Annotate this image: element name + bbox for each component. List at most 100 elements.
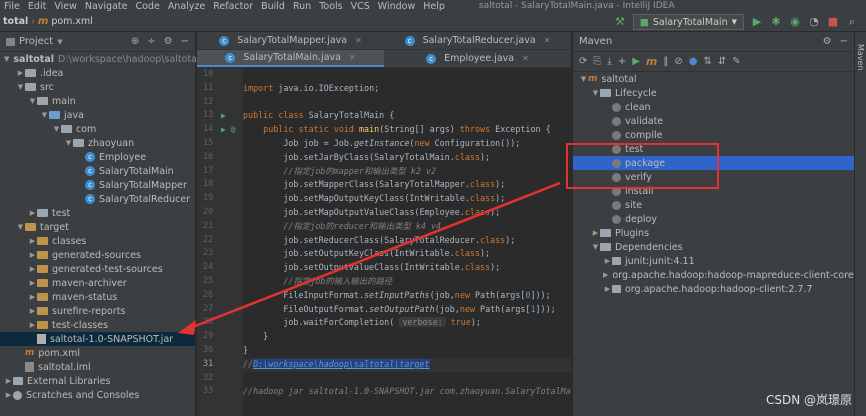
code-line[interactable]: job.setMapperClass(SalaryTotalMapper.cla… [243, 178, 571, 192]
code-line[interactable]: //指定job的输入输出的路径 [243, 275, 571, 289]
chevron-down-icon[interactable]: ▼ [579, 75, 588, 83]
code-line[interactable]: Job job = Job.getInstance(new Configurat… [243, 137, 571, 151]
menu-item-window[interactable]: Window [374, 1, 419, 12]
chevron-down-icon[interactable]: ▼ [64, 139, 73, 147]
add-icon[interactable]: + [618, 56, 626, 67]
code-line[interactable]: import java.io.IOException; [243, 82, 571, 96]
code-line[interactable]: public static void main(String[] args) t… [243, 123, 571, 137]
code-line[interactable]: FileInputFormat.setInputPaths(job,new Pa… [243, 289, 571, 303]
menu-item-refactor[interactable]: Refactor [209, 1, 257, 12]
run-icon[interactable]: ▶ [632, 56, 640, 67]
project-tree-item[interactable]: ▼ main [0, 94, 195, 108]
maven-tree-item[interactable]: validate [573, 114, 854, 128]
skip-tests-icon[interactable]: ⊘ [674, 56, 682, 67]
chevron-right-icon[interactable]: ▶ [28, 265, 37, 273]
project-tree-item[interactable]: ▼ zhaoyuan [0, 136, 195, 150]
menu-item-tools[interactable]: Tools [315, 1, 346, 12]
menu-item-run[interactable]: Run [289, 1, 315, 12]
execute-goal-icon[interactable]: m [646, 55, 657, 68]
menu-item-vcs[interactable]: VCS [347, 1, 374, 12]
maven-tree-item[interactable]: site [573, 198, 854, 212]
reload-icon[interactable]: ⟳ [579, 56, 587, 67]
menu-item-file[interactable]: File [0, 1, 24, 12]
project-tree-item[interactable]: c SalaryTotalMapper [0, 178, 195, 192]
chevron-down-icon[interactable]: ▼ [591, 89, 600, 97]
code-line[interactable]: //指定job的mapper和输出类型 k2 v2 [243, 165, 571, 179]
project-tree-item[interactable]: ▼ com [0, 122, 195, 136]
project-tree-item[interactable]: ▶ generated-sources [0, 248, 195, 262]
project-tree-item[interactable]: saltotal-1.0-SNAPSHOT.jar [0, 332, 195, 346]
chevron-right-icon[interactable]: ▶ [28, 237, 37, 245]
maven-tree-item[interactable]: compile [573, 128, 854, 142]
chevron-down-icon[interactable]: ▼ [4, 55, 9, 63]
hammer-build-icon[interactable]: ⚒ [614, 16, 626, 28]
project-tree-item[interactable]: ▶ surefire-reports [0, 304, 195, 318]
close-icon[interactable]: ✕ [544, 36, 551, 45]
project-tree-item[interactable]: ▼ target [0, 220, 195, 234]
chevron-right-icon[interactable]: ▶ [28, 307, 37, 315]
chevron-right-icon[interactable]: ▶ [28, 209, 37, 217]
maven-tree-item[interactable]: clean [573, 100, 854, 114]
minimize-icon[interactable]: − [181, 36, 189, 47]
chevron-right-icon[interactable]: ▶ [4, 391, 13, 399]
chevron-right-icon[interactable]: ▶ [28, 279, 37, 287]
code-line[interactable] [243, 96, 571, 110]
editor-tab[interactable]: c SalaryTotalMain.java ✕ [197, 50, 384, 67]
project-tree-item[interactable]: c Employee [0, 150, 195, 164]
editor-tab[interactable]: c Employee.java ✕ [384, 50, 571, 67]
project-tree-item[interactable]: ▶ .idea [0, 66, 195, 80]
maven-tree-item[interactable]: deploy [573, 212, 854, 226]
debug-icon[interactable]: ✱ [770, 16, 782, 28]
project-tree-item[interactable]: ▶ Scratches and Consoles [0, 388, 195, 402]
maven-tree-item[interactable]: ▶ org.apache.hadoop:hadoop-client:2.7.7 [573, 282, 854, 296]
run-gutter-icon[interactable]: ▶ @ [221, 123, 235, 137]
code-line[interactable]: } [243, 330, 571, 344]
chevron-down-icon[interactable]: ▼ [52, 125, 61, 133]
wrench-icon[interactable]: ✎ [732, 56, 740, 67]
chevron-down-icon[interactable]: ▼ [16, 83, 25, 91]
code-line[interactable]: job.setOutputValueClass(IntWritable.clas… [243, 261, 571, 275]
stop-icon[interactable]: ■ [827, 16, 839, 28]
project-tree-item[interactable]: ▶ generated-test-sources [0, 262, 195, 276]
code-line[interactable]: job.setReducerClass(SalaryTotalReducer.c… [243, 234, 571, 248]
project-tree-item[interactable]: c SalaryTotalMain [0, 164, 195, 178]
chevron-right-icon[interactable]: ▶ [603, 257, 612, 265]
chevron-down-icon[interactable]: ▼ [16, 223, 25, 231]
code-line[interactable]: job.setJarByClass(SalaryTotalMain.class)… [243, 151, 571, 165]
collapse-all-icon[interactable]: ⇅ [704, 56, 712, 67]
menu-item-help[interactable]: Help [419, 1, 449, 12]
minimize-icon[interactable]: − [840, 36, 848, 47]
project-tree-item[interactable]: ▶ maven-status [0, 290, 195, 304]
project-tree-item[interactable]: ▼ saltotal D:\workspace\hadoop\saltotal [0, 52, 200, 66]
code-line[interactable]: job.setOutputKeyClass(IntWritable.class)… [243, 247, 571, 261]
chevron-right-icon[interactable]: ▶ [603, 285, 612, 293]
chevron-down-icon[interactable]: ▼ [28, 97, 37, 105]
code-line[interactable]: FileOutputFormat.setOutputPath(job,new P… [243, 303, 571, 317]
expand-all-icon[interactable]: ⇵ [718, 56, 726, 67]
code-line[interactable]: public class SalaryTotalMain { [243, 109, 571, 123]
menu-item-edit[interactable]: Edit [24, 1, 50, 12]
chevron-right-icon[interactable]: ▶ [16, 69, 25, 77]
gear-icon[interactable]: ⚙ [164, 36, 173, 47]
menu-item-navigate[interactable]: Navigate [81, 1, 132, 12]
search-icon[interactable]: ⌕ [846, 16, 858, 28]
breadcrumb-pom[interactable]: pom.xml [48, 16, 96, 27]
maven-tree-item[interactable]: ▶ Plugins [573, 226, 854, 240]
breadcrumb-project[interactable]: total [0, 16, 31, 27]
run-configuration-select[interactable]: ■ SalaryTotalMain ▼ [632, 14, 744, 30]
download-icon[interactable]: ⤓ [607, 56, 611, 67]
profile-icon[interactable]: ◔ [808, 16, 820, 28]
code-editor[interactable]: import java.io.IOException; public class… [243, 68, 571, 416]
code-line[interactable]: } [243, 344, 571, 358]
menu-item-analyze[interactable]: Analyze [164, 1, 209, 12]
project-tree-item[interactable]: saltotal.iml [0, 360, 195, 374]
editor-tab[interactable]: c SalaryTotalReducer.java ✕ [384, 32, 571, 49]
coverage-icon[interactable]: ◉ [789, 16, 801, 28]
chevron-right-icon[interactable]: ▶ [28, 321, 37, 329]
project-tree-item[interactable]: ▶ test [0, 206, 195, 220]
show-dependencies-icon[interactable]: ● [689, 56, 698, 67]
code-line[interactable]: //D:\workspace\hadoop\saltotal\target [243, 357, 571, 372]
menu-item-view[interactable]: View [50, 1, 81, 12]
run-icon[interactable]: ▶ [751, 16, 763, 28]
chevron-down-icon[interactable]: ▼ [591, 243, 600, 251]
